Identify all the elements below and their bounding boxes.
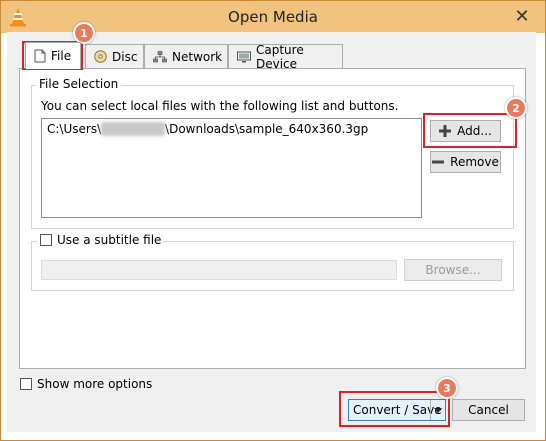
list-item[interactable]: C:\Users\xxxxxxxxx\Downloads\sample_640x… bbox=[47, 122, 416, 136]
remove-button[interactable]: Remove bbox=[430, 151, 501, 173]
show-more-options-checkbox[interactable] bbox=[20, 378, 32, 390]
step-badge-3: 3 bbox=[436, 377, 458, 399]
disc-icon bbox=[94, 50, 107, 63]
subtitle-path-field bbox=[41, 260, 397, 280]
remove-button-label: Remove bbox=[450, 155, 499, 169]
step-badge-1: 1 bbox=[73, 22, 95, 44]
close-icon: ✕ bbox=[514, 5, 530, 27]
disc-tab-label: Disc bbox=[112, 49, 138, 64]
subtitle-checkbox-row: Use a subtitle file bbox=[37, 233, 165, 247]
file-path-suffix: \Downloads\sample_640x360.3gp bbox=[165, 122, 369, 136]
network-icon bbox=[153, 50, 167, 62]
cancel-button[interactable]: Cancel bbox=[452, 399, 525, 421]
disc-tab[interactable]: Disc bbox=[85, 44, 144, 68]
highlight-convert-save bbox=[339, 391, 450, 427]
capture-device-tab-label: Capture Device bbox=[256, 42, 304, 71]
file-tab-label: File bbox=[51, 49, 72, 63]
file-tab[interactable]: File bbox=[25, 42, 81, 69]
file-list[interactable]: C:\Users\xxxxxxxxx\Downloads\sample_640x… bbox=[41, 118, 422, 218]
file-icon bbox=[34, 49, 46, 63]
file-selection-instructions: You can select local files with the foll… bbox=[41, 99, 399, 113]
step-badge-2: 2 bbox=[505, 97, 527, 119]
show-more-options-row: Show more options bbox=[20, 377, 152, 391]
capture-device-tab[interactable]: Capture Device bbox=[228, 42, 343, 71]
show-more-options-label[interactable]: Show more options bbox=[37, 377, 152, 391]
subtitle-checkbox[interactable] bbox=[40, 234, 52, 246]
capture-device-icon bbox=[237, 51, 251, 62]
minus-icon bbox=[432, 160, 445, 164]
file-selection-legend: File Selection bbox=[36, 77, 122, 91]
highlight-add-button bbox=[423, 113, 517, 148]
browse-button: Browse... bbox=[404, 259, 502, 281]
close-button[interactable]: ✕ bbox=[511, 5, 533, 27]
subtitle-checkbox-label[interactable]: Use a subtitle file bbox=[57, 233, 161, 247]
network-tab[interactable]: Network bbox=[144, 44, 228, 68]
redacted-username: xxxxxxxxx bbox=[101, 122, 166, 136]
network-tab-label: Network bbox=[172, 49, 223, 64]
file-path-prefix: C:\Users\ bbox=[47, 122, 102, 136]
